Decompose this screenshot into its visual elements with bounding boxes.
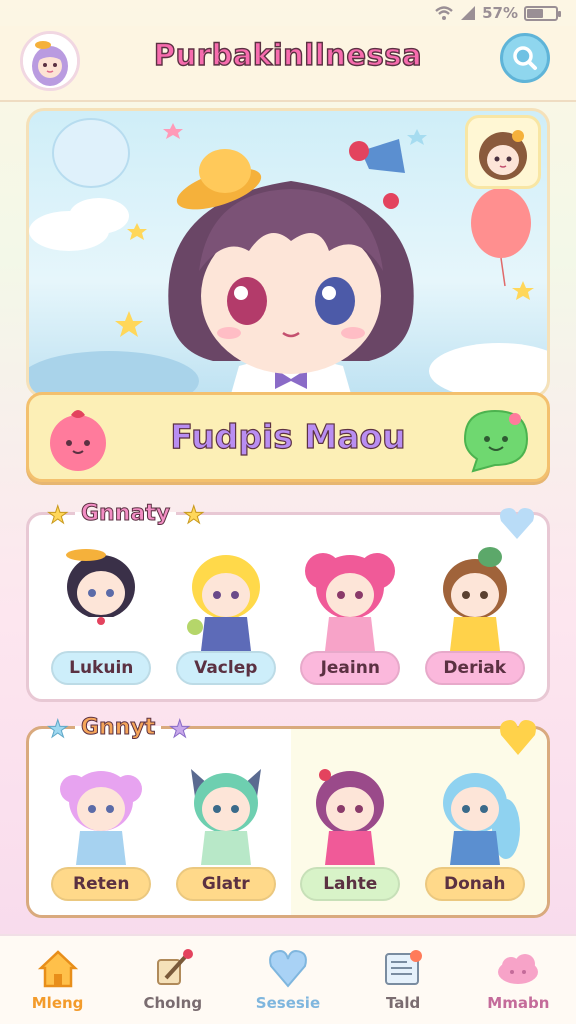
battery-text: 57% <box>482 4 518 22</box>
battery-level <box>527 8 543 18</box>
search-button[interactable] <box>500 33 550 83</box>
character-card[interactable] <box>420 535 530 655</box>
search-icon <box>513 46 537 70</box>
nav-item-messages[interactable]: Mmabn <box>468 948 568 1012</box>
status-bar: 57% <box>0 0 576 26</box>
wifi-icon <box>435 6 453 20</box>
character-section-1: ★ Gnnaty ★ Lukuin Vaclep Jeainn Deriak <box>26 501 550 702</box>
nav-item-create[interactable]: Cholng <box>123 948 223 1012</box>
featured-banner[interactable]: Fudpis Maou <box>26 392 550 482</box>
small-portrait[interactable] <box>465 115 541 189</box>
character-name-pill[interactable]: Vaclep <box>175 651 276 685</box>
paintbrush-icon <box>156 949 193 985</box>
nav-label: Mmabn <box>487 994 550 1012</box>
star-icon: ★ <box>47 501 69 530</box>
character-names-1: Lukuin Vaclep Jeainn Deriak <box>29 651 547 685</box>
character-name-pill[interactable]: Lukuin <box>51 651 152 685</box>
character-card[interactable] <box>420 749 530 869</box>
character-name-pill[interactable]: Deriak <box>424 651 525 685</box>
character-name-pill[interactable]: Jeainn <box>300 651 401 685</box>
character-card[interactable] <box>295 749 405 869</box>
nav-item-home[interactable]: Mleng <box>8 948 108 1012</box>
cloud-icon <box>498 954 539 984</box>
nav-label: Cholng <box>143 994 203 1012</box>
small-portrait-icon <box>479 130 527 180</box>
character-name-pill[interactable]: Donah <box>424 867 525 901</box>
character-row-2 <box>29 749 547 869</box>
newspaper-icon <box>385 950 423 985</box>
star-icon: ★ <box>47 715 69 744</box>
character-name-pill[interactable]: Reten <box>51 867 152 901</box>
app-header: Purbakinllnessa <box>0 26 576 102</box>
section-1-label: Gnnaty <box>75 501 177 527</box>
character-card[interactable] <box>171 535 281 655</box>
nav-item-favorites[interactable]: Sesesie <box>238 948 338 1012</box>
character-card[interactable] <box>46 535 156 655</box>
character-card[interactable] <box>171 749 281 869</box>
character-names-2: Reten Glatr Lahte Donah <box>29 867 547 901</box>
section-2-label: Gnnyt <box>75 715 162 741</box>
bottom-nav: Mleng Cholng Sesesie Tald Mmabn <box>0 934 576 1024</box>
nav-label: Mleng <box>31 994 84 1012</box>
star-icon: ★ <box>183 501 205 530</box>
signal-icon <box>461 6 476 20</box>
battery-icon <box>524 5 561 21</box>
character-section-2: ★ Gnnyt ★ Reten Glatr Lahte Donah <box>26 715 550 918</box>
character-card[interactable] <box>295 535 405 655</box>
hero-card[interactable] <box>26 108 550 398</box>
nav-item-news[interactable]: Tald <box>353 948 453 1012</box>
character-name-pill[interactable]: Lahte <box>300 867 401 901</box>
heart-icon <box>269 949 307 988</box>
star-icon: ★ <box>169 715 191 744</box>
nav-label: Sesesie <box>255 994 321 1012</box>
app-title: Purbakinllnessa <box>153 37 423 72</box>
home-icon <box>37 950 78 988</box>
character-card[interactable] <box>46 749 156 869</box>
character-name-pill[interactable]: Glatr <box>175 867 276 901</box>
chat-bubble-icon <box>463 409 529 473</box>
character-row-1 <box>29 535 547 655</box>
nav-label: Tald <box>386 994 421 1012</box>
